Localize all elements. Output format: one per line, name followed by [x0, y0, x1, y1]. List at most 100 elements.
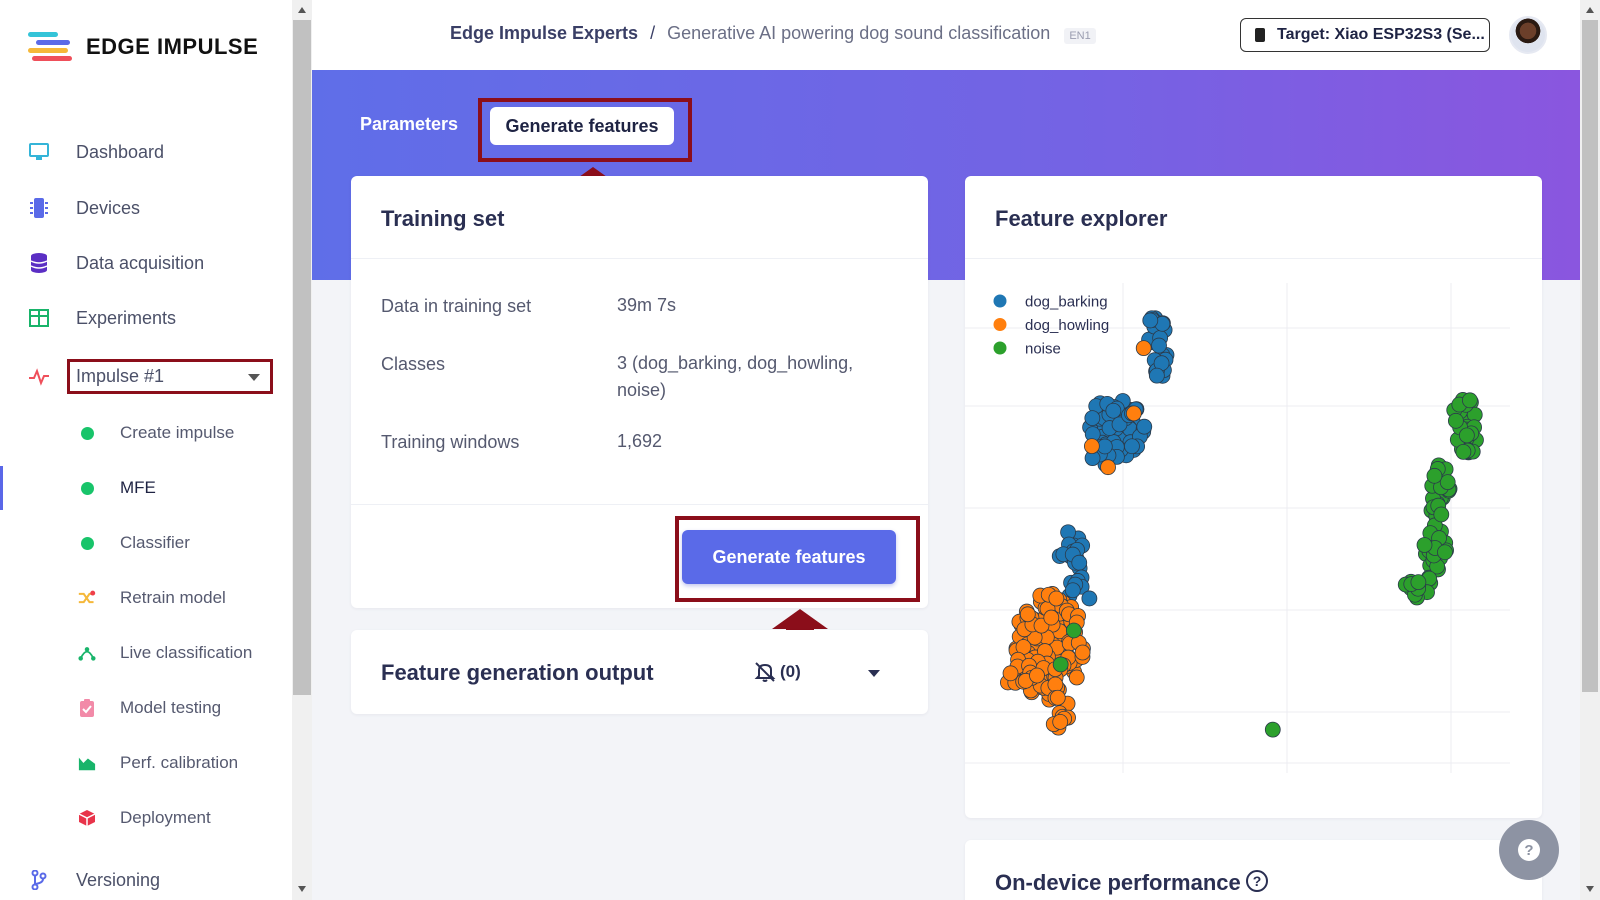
target-device-button[interactable]: Target: Xiao ESP32S3 (Se...: [1240, 18, 1490, 52]
card-title: Feature explorer: [995, 206, 1168, 231]
legend-swatch: [993, 318, 1007, 331]
data-point-dog-howling[interactable]: [1083, 438, 1100, 455]
data-point-noise[interactable]: [1433, 506, 1450, 523]
help-icon: ?: [1518, 839, 1540, 861]
scroll-down-icon[interactable]: [298, 886, 306, 892]
tab-parameters[interactable]: Parameters: [360, 114, 458, 135]
scroll-down-icon[interactable]: [1586, 886, 1594, 892]
kv-value: 1,692: [617, 431, 663, 451]
sidebar-subitem-retrain-model[interactable]: Retrain model: [78, 584, 226, 612]
data-point-noise[interactable]: [1458, 427, 1475, 444]
kv-value: noise): [617, 380, 667, 400]
card-title: On-device performance: [995, 870, 1241, 895]
feature-explorer-scatter[interactable]: dog_barking dog_howlingnoise: [965, 258, 1542, 798]
sidebar-item-versioning[interactable]: Versioning: [28, 865, 160, 895]
data-point-dog-barking[interactable]: [1142, 312, 1159, 329]
impulse-select[interactable]: Impulse #1: [67, 359, 273, 394]
data-point-dog-barking[interactable]: [1151, 337, 1167, 354]
sidebar-subitem-mfe[interactable]: MFE: [78, 474, 156, 502]
data-point-dog-barking[interactable]: [1071, 554, 1088, 571]
sidebar-subitem-create-impulse[interactable]: Create impulse: [78, 419, 234, 447]
sidebar-subitem-label: Classifier: [120, 533, 190, 552]
data-point-noise[interactable]: [1439, 474, 1456, 491]
sidebar-scrollbar-thumb[interactable]: [293, 20, 311, 695]
sidebar-item-label: Data acquisition: [76, 252, 205, 273]
feature-generation-output-card[interactable]: Feature generation output: [351, 630, 928, 714]
sidebar-item-label: Versioning: [76, 869, 161, 890]
chevron-down-icon[interactable]: [868, 670, 880, 677]
monitor-icon: [28, 141, 50, 163]
chevron-down-icon: [248, 374, 260, 381]
breadcrumb-project[interactable]: Generative AI powering dog sound classif…: [667, 23, 1050, 44]
help-circle-icon[interactable]: ?: [1246, 870, 1268, 892]
data-point-dog-howling[interactable]: [1047, 676, 1064, 693]
sidebar-subitem-live-classification[interactable]: Live classification: [78, 639, 252, 667]
data-point-noise[interactable]: [1447, 412, 1464, 429]
data-point-noise[interactable]: [1052, 656, 1069, 673]
sidebar-item-data-acquisition[interactable]: Data acquisition: [28, 248, 204, 278]
data-point-noise[interactable]: [1416, 537, 1433, 553]
main-scrollbar-thumb[interactable]: [1582, 20, 1598, 692]
sidebar-item-dashboard[interactable]: Dashboard: [28, 137, 164, 167]
data-point-noise[interactable]: [1455, 443, 1472, 460]
kv-value: 3 (dog_barking, dog_howling,: [617, 353, 854, 373]
sidebar-item-label: Experiments: [76, 307, 177, 328]
cube-icon: [78, 809, 96, 827]
legend-swatch: [993, 294, 1007, 308]
data-point-dog-barking[interactable]: [1081, 590, 1098, 607]
git-branch-icon: [28, 869, 50, 891]
data-point-dog-barking[interactable]: [1148, 367, 1165, 384]
top-header: Edge Impulse Experts / Generative AI pow…: [312, 0, 1580, 70]
help-button[interactable]: ?: [1499, 820, 1559, 880]
data-point-dog-howling[interactable]: [1049, 689, 1066, 706]
data-point-noise[interactable]: [1264, 721, 1281, 738]
data-point-dog-barking[interactable]: [1064, 582, 1081, 599]
sidebar-subitem-model-testing[interactable]: Model testing: [78, 694, 221, 722]
area-chart-icon: [78, 754, 96, 772]
data-point-dog-howling[interactable]: [1074, 644, 1091, 661]
breadcrumb-owner[interactable]: Edge Impulse Experts: [450, 23, 638, 44]
nodes-icon: [78, 644, 96, 662]
data-point-dog-barking[interactable]: [1105, 402, 1122, 419]
sidebar-subitem-deployment[interactable]: Deployment: [78, 804, 211, 832]
data-point-dog-howling[interactable]: [1002, 665, 1019, 682]
data-point-noise[interactable]: [1065, 622, 1082, 639]
kv-label: Data in training set: [381, 296, 532, 316]
sidebar-item-label: Devices: [76, 197, 141, 218]
legend-swatch: [993, 341, 1007, 355]
data-point-dog-howling[interactable]: [1135, 340, 1152, 357]
data-point-dog-howling[interactable]: [1100, 459, 1116, 476]
data-point-dog-barking[interactable]: [1124, 438, 1140, 455]
breadcrumb: Edge Impulse Experts / Generative AI pow…: [450, 23, 1096, 44]
data-point-dog-barking[interactable]: [1136, 418, 1153, 435]
card-title: Feature generation output: [381, 660, 654, 685]
project-id-badge: EN1: [1064, 28, 1096, 44]
data-point-dog-howling[interactable]: [1048, 590, 1065, 607]
logo[interactable]: EDGE IMPULSE: [28, 30, 258, 64]
sidebar-subitem-perf-calibration[interactable]: Perf. calibration: [78, 749, 238, 777]
avatar[interactable]: [1509, 16, 1547, 54]
sidebar-item-label: Dashboard: [76, 141, 165, 162]
data-point-dog-howling[interactable]: [1029, 667, 1045, 684]
data-point-dog-howling[interactable]: [1068, 669, 1085, 686]
bell-off-icon[interactable]: [754, 661, 776, 683]
data-point-dog-howling[interactable]: [1043, 609, 1060, 626]
scroll-up-icon[interactable]: [1586, 7, 1594, 13]
data-point-dog-barking[interactable]: [1084, 410, 1101, 427]
data-point-dog-howling[interactable]: [1019, 606, 1036, 623]
data-point-noise[interactable]: [1410, 574, 1427, 591]
data-point-noise[interactable]: [1426, 467, 1443, 484]
scroll-up-icon[interactable]: [298, 7, 306, 13]
data-point-dog-howling[interactable]: [1052, 714, 1069, 730]
data-point-noise[interactable]: [1461, 392, 1478, 409]
active-indicator: [0, 466, 3, 510]
sidebar-subitem-label: Retrain model: [120, 588, 226, 607]
data-point-noise[interactable]: [1437, 544, 1453, 561]
impulse-select-value: Impulse #1: [76, 366, 165, 386]
status-dot-icon: [78, 479, 96, 497]
sidebar-subitem-classifier[interactable]: Classifier: [78, 529, 190, 557]
data-point-dog-howling[interactable]: [1125, 405, 1142, 422]
sidebar-item-experiments[interactable]: Experiments: [28, 303, 176, 333]
sidebar-item-devices[interactable]: Devices: [28, 193, 140, 223]
card-title: Training set: [381, 206, 505, 231]
